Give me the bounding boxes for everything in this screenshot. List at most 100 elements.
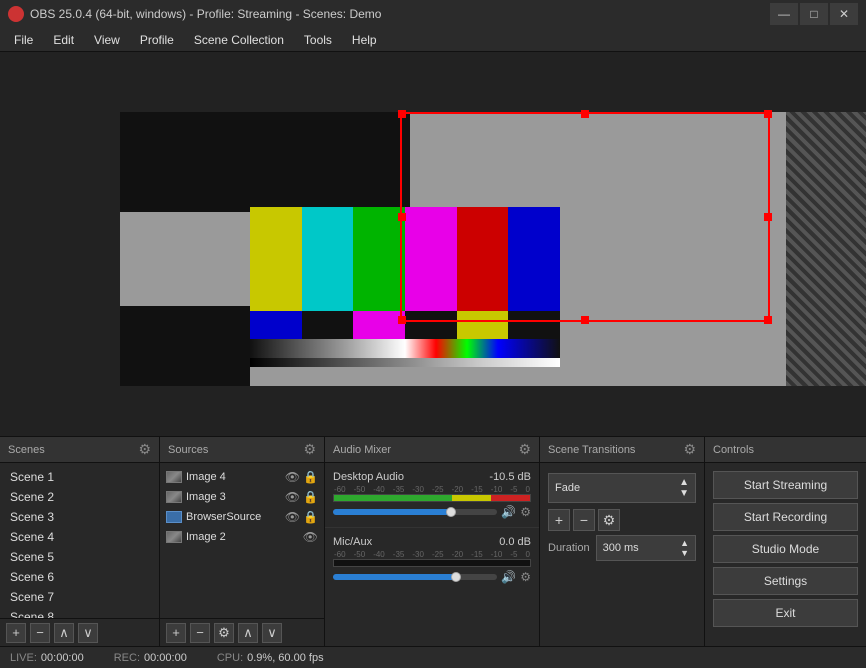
- scenes-panel-header: Scenes ⚙: [0, 437, 159, 463]
- scene-item[interactable]: Scene 8: [0, 607, 159, 618]
- audio-track-header: Desktop Audio -10.5 dB: [333, 471, 531, 483]
- audio-track-db: 0.0 dB: [499, 536, 531, 548]
- transition-settings-button[interactable]: ⚙: [598, 509, 620, 531]
- bar-red: [457, 207, 509, 311]
- scene-item[interactable]: Scene 5: [0, 547, 159, 567]
- audio-track-desktop: Desktop Audio -10.5 dB -60-50-40-35-30-2…: [325, 467, 539, 523]
- source-label: Image 4: [186, 471, 226, 483]
- titlebar-left: OBS 25.0.4 (64-bit, windows) - Profile: …: [8, 6, 381, 22]
- transition-dropdown[interactable]: Fade ▲▼: [548, 473, 696, 503]
- source-type-icon: [166, 531, 182, 543]
- source-item[interactable]: Image 4 👁 🔒: [160, 467, 324, 487]
- mic-mute-button[interactable]: 🔊: [501, 570, 516, 584]
- desktop-settings-button[interactable]: ⚙: [520, 505, 531, 519]
- menu-scene-collection[interactable]: Scene Collection: [184, 28, 294, 51]
- source-lock-icon[interactable]: 🔒: [303, 510, 318, 524]
- audio-header-icon[interactable]: ⚙: [518, 441, 531, 458]
- maximize-button[interactable]: □: [800, 3, 828, 25]
- move-scene-up-button[interactable]: ∧: [54, 623, 74, 643]
- source-eye-icon[interactable]: 👁: [285, 510, 300, 524]
- start-recording-button[interactable]: Start Recording: [713, 503, 858, 531]
- bar-b-black1: [302, 311, 354, 339]
- scene-item[interactable]: Scene 6: [0, 567, 159, 587]
- preview-hatch-area: [786, 112, 866, 386]
- source-eye-icon[interactable]: 👁: [285, 470, 300, 484]
- transitions-header-label: Scene Transitions: [548, 444, 635, 456]
- add-source-button[interactable]: +: [166, 623, 186, 643]
- desktop-volume-slider[interactable]: [333, 509, 497, 515]
- studio-mode-button[interactable]: Studio Mode: [713, 535, 858, 563]
- transition-select: Fade ▲▼: [548, 473, 696, 503]
- source-controls: 👁 🔒: [285, 510, 318, 524]
- bar-b-black3: [508, 311, 560, 339]
- settings-button[interactable]: Settings: [713, 567, 858, 595]
- source-eye-icon[interactable]: 👁: [303, 530, 318, 544]
- menu-view[interactable]: View: [84, 28, 130, 51]
- duration-value[interactable]: 300 ms ▲▼: [596, 535, 696, 561]
- scene-item[interactable]: Scene 1: [0, 467, 159, 487]
- scenes-panel: Scenes ⚙ Scene 1 Scene 2 Scene 3 Scene 4…: [0, 437, 160, 646]
- source-item[interactable]: BrowserSource 👁 🔒: [160, 507, 324, 527]
- add-scene-button[interactable]: +: [6, 623, 26, 643]
- minimize-button[interactable]: —: [770, 3, 798, 25]
- preview-black-topleft: [120, 112, 410, 212]
- source-lock-icon[interactable]: 🔒: [303, 470, 318, 484]
- statusbar: LIVE: 00:00:00 REC: 00:00:00 CPU: 0.9%, …: [0, 646, 866, 668]
- scene-item[interactable]: Scene 4: [0, 527, 159, 547]
- scene-item[interactable]: Scene 3: [0, 507, 159, 527]
- source-item[interactable]: Image 3 👁 🔒: [160, 487, 324, 507]
- add-transition-button[interactable]: +: [548, 509, 570, 531]
- source-lock-icon[interactable]: 🔒: [303, 490, 318, 504]
- remove-transition-button[interactable]: −: [573, 509, 595, 531]
- desktop-mute-button[interactable]: 🔊: [501, 505, 516, 519]
- move-source-down-button[interactable]: ∨: [262, 623, 282, 643]
- close-button[interactable]: ✕: [830, 3, 858, 25]
- mic-settings-button[interactable]: ⚙: [520, 570, 531, 584]
- move-source-up-button[interactable]: ∧: [238, 623, 258, 643]
- sources-header-icon[interactable]: ⚙: [303, 441, 316, 458]
- transitions-header-icon[interactable]: ⚙: [683, 441, 696, 458]
- menu-tools[interactable]: Tools: [294, 28, 342, 51]
- bottom-panels: Scenes ⚙ Scene 1 Scene 2 Scene 3 Scene 4…: [0, 436, 866, 646]
- audio-track-mic: Mic/Aux 0.0 dB -60-50-40-35-30-25-20-15-…: [325, 532, 539, 588]
- live-status: LIVE: 00:00:00: [10, 652, 84, 664]
- color-bars-top: [250, 207, 560, 311]
- source-item[interactable]: Image 2 👁: [160, 527, 324, 547]
- window-title: OBS 25.0.4 (64-bit, windows) - Profile: …: [30, 7, 381, 21]
- start-streaming-button[interactable]: Start Streaming: [713, 471, 858, 499]
- menu-help[interactable]: Help: [342, 28, 387, 51]
- source-settings-button[interactable]: ⚙: [214, 623, 234, 643]
- desktop-audio-meter: [333, 494, 531, 502]
- window-controls: — □ ✕: [770, 3, 858, 25]
- scenes-header-icon[interactable]: ⚙: [138, 441, 151, 458]
- menu-profile[interactable]: Profile: [130, 28, 184, 51]
- bar-yellow: [250, 207, 302, 311]
- bar-b-mag: [353, 311, 405, 339]
- source-type-icon: [166, 511, 182, 523]
- mic-volume-slider[interactable]: [333, 574, 497, 580]
- cpu-status: CPU: 0.9%, 60.00 fps: [217, 652, 324, 664]
- sources-panel-header: Sources ⚙: [160, 437, 324, 463]
- source-type-icon: [166, 491, 182, 503]
- menu-file[interactable]: File: [4, 28, 43, 51]
- bar-magenta: [405, 207, 457, 311]
- remove-source-button[interactable]: −: [190, 623, 210, 643]
- controls-header-label: Controls: [713, 444, 754, 456]
- scene-item[interactable]: Scene 2: [0, 487, 159, 507]
- bar-b-blue: [250, 311, 302, 339]
- rec-label: REC:: [114, 652, 140, 664]
- menubar: File Edit View Profile Scene Collection …: [0, 28, 866, 52]
- transition-current: Fade: [555, 482, 580, 494]
- source-label: BrowserSource: [186, 511, 261, 523]
- move-scene-down-button[interactable]: ∨: [78, 623, 98, 643]
- menu-edit[interactable]: Edit: [43, 28, 84, 51]
- scene-item[interactable]: Scene 7: [0, 587, 159, 607]
- audio-track-controls: 🔊 ⚙: [333, 570, 531, 584]
- scenes-list: Scene 1 Scene 2 Scene 3 Scene 4 Scene 5 …: [0, 463, 159, 618]
- bar-blue: [508, 207, 560, 311]
- exit-button[interactable]: Exit: [713, 599, 858, 627]
- source-eye-icon[interactable]: 👁: [285, 490, 300, 504]
- audio-track-controls: 🔊 ⚙: [333, 505, 531, 519]
- remove-scene-button[interactable]: −: [30, 623, 50, 643]
- color-bars: [250, 207, 560, 367]
